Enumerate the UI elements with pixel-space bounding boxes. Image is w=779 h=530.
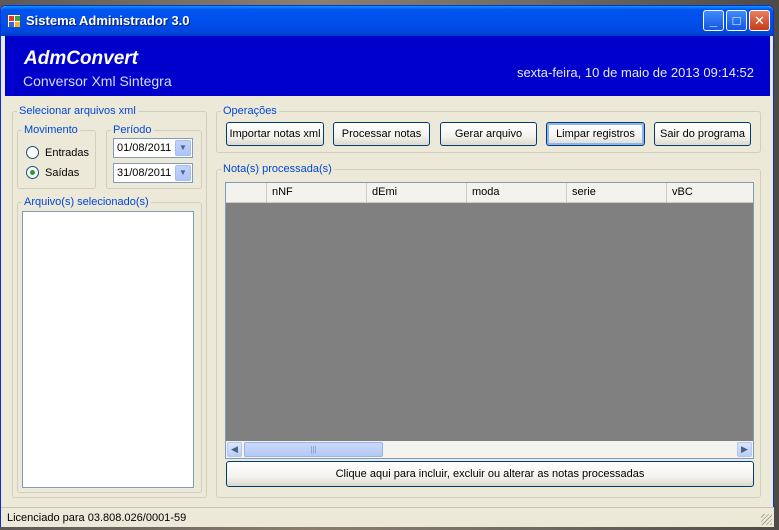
radio-entradas-dot[interactable] (26, 146, 39, 159)
app-header: AdmConvert Conversor Xml Sintegra sexta-… (5, 36, 770, 96)
column-header[interactable]: serie (567, 183, 667, 203)
edit-notes-button[interactable]: Clique aqui para incluir, excluir ou alt… (226, 461, 754, 487)
app-name: AdmConvert (24, 48, 139, 69)
selected-files-list[interactable] (22, 211, 194, 488)
close-icon: ✕ (754, 13, 765, 28)
process-button[interactable]: Processar notas (333, 122, 430, 146)
radio-saidas[interactable]: Saídas (26, 166, 79, 179)
operations-legend: Operações (223, 105, 277, 117)
radio-saidas-label: Saídas (45, 166, 80, 179)
app-icon (7, 14, 21, 28)
resize-grip-icon[interactable] (761, 514, 772, 525)
start-date-value: 01/08/2011 (117, 142, 172, 154)
start-date-select[interactable]: 01/08/2011 ▼ (113, 138, 193, 158)
status-bar: Licenciado para 03.808.026/0001-59 (1, 507, 774, 527)
generate-button[interactable]: Gerar arquivo (440, 122, 537, 146)
periodo-legend: Período (113, 124, 152, 136)
column-header[interactable]: dEmi (367, 183, 467, 203)
movimento-legend: Movimento (24, 124, 78, 136)
horizontal-scrollbar[interactable]: ◀ ||| ▶ (226, 441, 753, 458)
minimize-button[interactable]: _ (703, 10, 724, 31)
selected-files-legend: Arquivo(s) selecionado(s) (24, 196, 149, 208)
current-datetime: sexta-feira, 10 de maio de 2013 09:14:52 (516, 65, 754, 80)
row-header-corner (226, 183, 267, 203)
maximize-icon: □ (732, 13, 741, 28)
app-subtitle: Conversor Xml Sintegra (23, 73, 172, 89)
scroll-left-icon[interactable]: ◀ (227, 442, 242, 457)
processed-grid[interactable]: nNF dEmi moda serie vBC ◀ ||| ▶ (225, 182, 754, 459)
chevron-down-icon[interactable]: ▼ (175, 165, 191, 181)
column-header[interactable]: vBC (667, 183, 753, 203)
radio-entradas[interactable]: Entradas (26, 146, 89, 159)
column-header[interactable]: nNF (267, 183, 367, 203)
end-date-select[interactable]: 31/08/2011 ▼ (113, 163, 193, 183)
chevron-down-icon[interactable]: ▼ (175, 140, 191, 156)
end-date-value: 31/08/2011 (117, 167, 172, 179)
scroll-right-icon[interactable]: ▶ (737, 442, 752, 457)
grid-header: nNF dEmi moda serie vBC (226, 183, 753, 203)
license-text: Licenciado para 03.808.026/0001-59 (7, 512, 187, 524)
column-header[interactable]: moda (467, 183, 567, 203)
clear-button[interactable]: Limpar registros (546, 122, 645, 146)
close-button[interactable]: ✕ (749, 10, 770, 31)
exit-button[interactable]: Sair do programa (654, 122, 751, 146)
scroll-thumb[interactable]: ||| (244, 442, 383, 457)
select-files-legend: Selecionar arquivos xml (19, 105, 136, 117)
processed-legend: Nota(s) processada(s) (223, 163, 332, 175)
radio-saidas-dot[interactable] (26, 166, 39, 179)
minimize-icon: _ (709, 13, 718, 28)
radio-entradas-label: Entradas (45, 146, 90, 159)
maximize-button[interactable]: □ (726, 10, 747, 31)
window-title: Sistema Administrador 3.0 (26, 13, 190, 28)
import-button[interactable]: Importar notas xml (226, 122, 324, 146)
title-bar[interactable]: Sistema Administrador 3.0 _ □ ✕ (1, 6, 773, 36)
